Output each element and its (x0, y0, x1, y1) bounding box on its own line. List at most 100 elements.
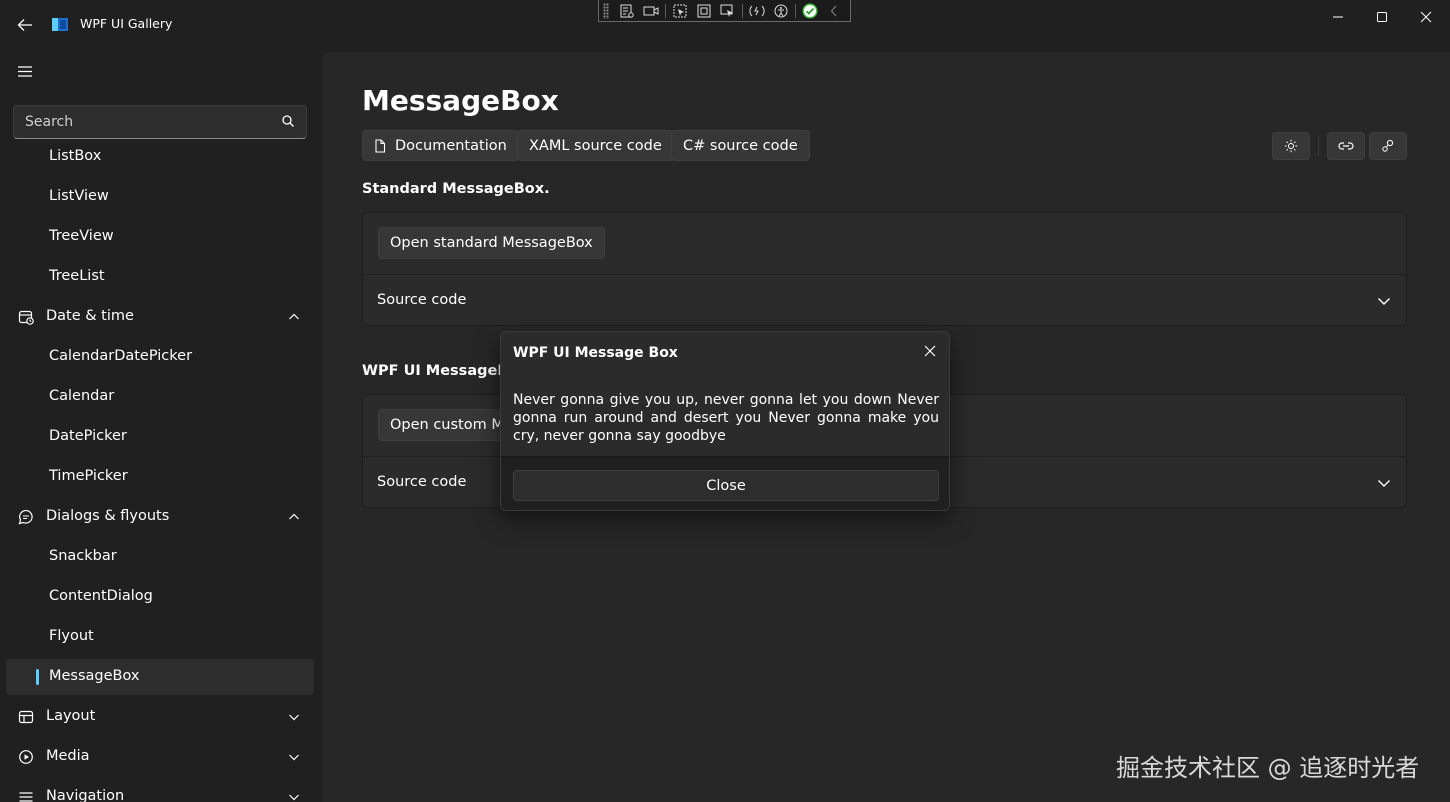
nav-item-messagebox[interactable]: MessageBox (6, 659, 314, 695)
nav-item-label: Snackbar (49, 548, 117, 564)
track-focus-icon (720, 4, 733, 17)
nav-item-listbox[interactable]: ListBox (6, 139, 314, 175)
nav-item-flyout[interactable]: Flyout (6, 619, 314, 655)
live-visual-tree-button[interactable] (615, 1, 639, 21)
nav-item-label: Media (46, 748, 90, 764)
media-play-icon (19, 750, 33, 764)
message-box-close-action-button[interactable]: Close (513, 470, 939, 501)
csharp-source-button[interactable]: C# source code (671, 130, 810, 161)
documentation-button[interactable]: Documentation (362, 130, 519, 161)
nav-item-calendardatepicker[interactable]: CalendarDatePicker (6, 339, 314, 375)
page-title: MessageBox (362, 84, 559, 117)
accessibility-button[interactable] (769, 1, 793, 21)
nav-group-navigation[interactable]: Navigation (6, 779, 314, 802)
documentation-label: Documentation (395, 137, 507, 154)
nav-group-date-time[interactable]: Date & time (6, 299, 314, 335)
source-code-label: Source code (377, 292, 467, 308)
message-box-text: Never gonna give you up, never gonna let… (513, 392, 939, 444)
nav-group-media[interactable]: Media (6, 739, 314, 775)
hamburger-icon (18, 65, 32, 77)
layout-icon (18, 710, 34, 724)
search-input[interactable] (13, 105, 307, 139)
chevron-up-icon (289, 313, 299, 320)
nav-item-label: Calendar (49, 388, 115, 404)
example-card-standard: Open standard MessageBox Source code (362, 212, 1407, 326)
csharp-source-label: C# source code (683, 137, 798, 154)
menu-toggle-button[interactable] (12, 60, 38, 82)
open-standard-messagebox-button[interactable]: Open standard MessageBox (378, 227, 605, 259)
arrow-left-icon (17, 19, 32, 31)
maximize-icon (1377, 12, 1387, 22)
nav-item-listview[interactable]: ListView (6, 179, 314, 215)
grip-icon[interactable] (603, 2, 609, 19)
toolbar-separator (794, 3, 796, 18)
theme-toggle-button[interactable] (1272, 132, 1310, 160)
chevron-left-icon (830, 5, 837, 16)
track-focus-button[interactable] (716, 1, 740, 21)
document-icon (375, 138, 386, 153)
nav-item-label: TimePicker (49, 468, 128, 484)
nav-item-treeview[interactable]: TreeView (6, 219, 314, 255)
source-code-expander[interactable]: Source code (363, 276, 1406, 325)
nav-item-label: ContentDialog (49, 588, 153, 604)
selection-indicator (36, 669, 39, 685)
close-window-button[interactable] (1404, 6, 1448, 28)
nav-item-label: TreeList (49, 268, 105, 284)
message-box-dialog: WPF UI Message Box Never gonna give you … (500, 331, 950, 511)
github-button[interactable] (1369, 132, 1407, 160)
minimize-icon (1333, 16, 1343, 18)
hot-reload-button[interactable] (745, 1, 769, 21)
hot-reload-icon (749, 5, 765, 16)
record-button[interactable] (639, 1, 663, 21)
navigation-pane: ListBox ListView TreeView TreeList Date … (0, 48, 320, 802)
nav-item-label: Navigation (46, 788, 125, 802)
nav-item-datepicker[interactable]: DatePicker (6, 419, 314, 455)
chat-bubble-icon (18, 509, 33, 525)
chevron-down-icon (289, 714, 299, 721)
accessibility-icon (774, 4, 788, 17)
maximize-button[interactable] (1360, 6, 1404, 28)
nav-item-label: DatePicker (49, 428, 127, 444)
message-box-close-button[interactable] (919, 340, 941, 362)
debug-toolbar (598, 0, 851, 22)
nav-item-timepicker[interactable]: TimePicker (6, 459, 314, 495)
nav-item-label: ListView (49, 188, 109, 204)
app-window: WPF UI Gallery Search ListBox ListView T… (0, 0, 1450, 802)
nav-item-label: CalendarDatePicker (49, 348, 193, 364)
nav-list: ListBox ListView TreeView TreeList Date … (0, 139, 320, 802)
nav-item-calendar[interactable]: Calendar (6, 379, 314, 415)
minimize-button[interactable] (1316, 6, 1360, 28)
search-icon[interactable] (281, 114, 295, 128)
cursor-select-icon (673, 4, 687, 17)
visual-tree-icon (620, 4, 634, 18)
copy-link-button[interactable] (1327, 132, 1365, 160)
nav-item-label: Dialogs & flyouts (46, 508, 170, 524)
nav-item-contentdialog[interactable]: ContentDialog (6, 579, 314, 615)
chevron-down-icon (289, 754, 299, 761)
back-button[interactable] (12, 12, 38, 38)
display-adorners-button[interactable] (692, 1, 716, 21)
card-example-area: Open standard MessageBox (363, 213, 1406, 275)
xaml-source-label: XAML source code (529, 137, 662, 154)
app-title: WPF UI Gallery (80, 16, 173, 31)
video-camera-icon (643, 6, 659, 15)
app-logo-icon (52, 18, 68, 31)
xaml-source-button[interactable]: XAML source code (517, 130, 674, 161)
nav-item-snackbar[interactable]: Snackbar (6, 539, 314, 575)
chevron-down-icon (1378, 480, 1390, 487)
nav-item-label: Layout (46, 708, 96, 724)
section-title-standard: Standard MessageBox. (362, 181, 550, 197)
collapse-toolbar-button[interactable] (822, 1, 846, 21)
nav-item-label: TreeView (49, 228, 114, 244)
nav-group-layout[interactable]: Layout (6, 699, 314, 735)
title-bar: WPF UI Gallery (0, 0, 1450, 48)
select-element-button[interactable] (668, 1, 692, 21)
nav-item-treelist[interactable]: TreeList (6, 259, 314, 295)
toolbar-separator (1318, 136, 1319, 156)
link-icon (1338, 142, 1354, 150)
source-code-label: Source code (377, 474, 467, 490)
calendar-clock-icon (18, 310, 34, 325)
message-box-footer: Close (501, 456, 949, 510)
nav-group-dialogs-flyouts[interactable]: Dialogs & flyouts (6, 499, 314, 535)
status-ok-button[interactable] (798, 1, 822, 21)
